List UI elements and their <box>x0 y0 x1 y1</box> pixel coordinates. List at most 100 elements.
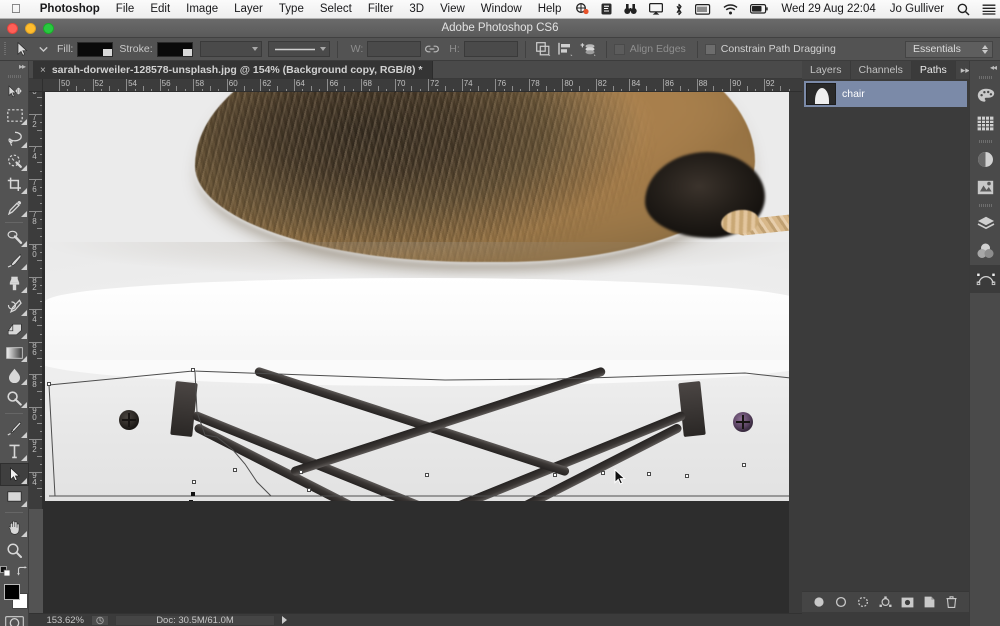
menu-item-layer[interactable]: Layer <box>226 3 271 15</box>
add-layer-mask-button[interactable] <box>900 594 916 610</box>
zoom-tool[interactable] <box>0 539 29 562</box>
path-anchor[interactable] <box>601 471 605 475</box>
gradient-tool[interactable] <box>0 341 29 364</box>
battery-percentage-icon[interactable] <box>689 0 717 19</box>
layers-panel-icon[interactable] <box>970 209 1000 237</box>
clone-stamp-tool[interactable] <box>0 272 29 295</box>
document-tab[interactable]: × sarah-dorweiler-128578-unsplash.jpg @ … <box>33 61 433 79</box>
toolbar-grip[interactable] <box>0 72 28 81</box>
battery-icon[interactable] <box>744 0 774 19</box>
document-thumbnail-icon[interactable] <box>91 615 109 626</box>
document-info[interactable]: Doc: 30.5M/61.0M <box>115 615 275 626</box>
move-tool[interactable] <box>0 81 29 104</box>
path-selection-tool[interactable] <box>0 463 29 486</box>
menu-item-file[interactable]: File <box>108 3 143 15</box>
tab-layers[interactable]: Layers <box>802 61 851 79</box>
path-anchor[interactable] <box>191 368 195 372</box>
fill-path-button[interactable] <box>811 594 827 610</box>
adjustments-panel-icon[interactable] <box>970 145 1000 173</box>
path-alignment-icon[interactable] <box>555 39 577 59</box>
history-brush-tool[interactable] <box>0 295 29 318</box>
menu-item-help[interactable]: Help <box>530 3 570 15</box>
spotlight-search-icon[interactable] <box>951 0 976 19</box>
styles-panel-icon[interactable] <box>970 173 1000 201</box>
hand-tool[interactable] <box>0 516 29 539</box>
paths-panel-icon[interactable] <box>970 265 1000 293</box>
menu-item-image[interactable]: Image <box>178 3 226 15</box>
quick-selection-tool[interactable] <box>0 150 29 173</box>
menu-item-3d[interactable]: 3D <box>401 3 432 15</box>
pen-tool[interactable] <box>0 417 29 440</box>
path-list[interactable]: chair <box>802 79 969 599</box>
path-name[interactable]: chair <box>842 88 865 100</box>
menu-item-select[interactable]: Select <box>312 3 360 15</box>
quick-mask-button[interactable] <box>0 612 29 626</box>
constrain-path-dragging-checkbox[interactable] <box>705 44 716 55</box>
menu-item-filter[interactable]: Filter <box>360 3 402 15</box>
menu-bar-user[interactable]: Jo Gulliver <box>883 3 951 15</box>
dropbox-icon[interactable] <box>569 0 595 19</box>
path-anchor[interactable] <box>425 473 429 477</box>
zoom-window-button[interactable] <box>43 23 54 34</box>
color-swatches[interactable] <box>0 582 29 612</box>
fill-swatch[interactable] <box>77 42 113 57</box>
rectangle-tool[interactable] <box>0 486 29 509</box>
dodge-tool[interactable] <box>0 387 29 410</box>
path-operations-icon[interactable] <box>533 39 555 59</box>
path-anchor[interactable] <box>233 468 237 472</box>
blur-tool[interactable] <box>0 364 29 387</box>
workspace-select[interactable]: Essentials <box>905 41 993 58</box>
height-input[interactable] <box>464 41 518 57</box>
stroke-path-button[interactable] <box>833 594 849 610</box>
tab-channels[interactable]: Channels <box>851 61 912 79</box>
toolbar-collapse-button[interactable]: ▸▸ <box>0 61 28 72</box>
path-anchor[interactable] <box>685 474 689 478</box>
bluetooth-icon[interactable] <box>669 0 689 19</box>
dock-grip-2[interactable] <box>970 137 1000 145</box>
swatches-panel-icon[interactable] <box>970 109 1000 137</box>
dock-grip-1[interactable] <box>970 73 1000 81</box>
width-input[interactable] <box>367 41 421 57</box>
rectangular-marquee-tool[interactable] <box>0 104 29 127</box>
load-path-as-selection-button[interactable] <box>855 594 871 610</box>
ruler-origin-corner[interactable] <box>29 79 43 92</box>
eyedropper-tool[interactable] <box>0 196 29 219</box>
menu-item-edit[interactable]: Edit <box>142 3 178 15</box>
path-anchor[interactable] <box>742 463 746 467</box>
delete-path-button[interactable] <box>944 594 960 610</box>
stroke-swatch[interactable] <box>157 42 193 57</box>
path-anchor-selected[interactable] <box>191 492 195 496</box>
menu-item-photoshop[interactable]: Photoshop <box>32 3 108 15</box>
tool-preset-chevron-down-icon[interactable] <box>35 39 51 59</box>
options-bar-grip[interactable] <box>0 38 9 61</box>
channels-panel-icon[interactable] <box>970 237 1000 265</box>
crop-tool[interactable] <box>0 173 29 196</box>
link-icon[interactable] <box>421 39 443 59</box>
minimize-window-button[interactable] <box>25 23 36 34</box>
list-item[interactable]: chair <box>804 81 967 107</box>
color-panel-icon[interactable] <box>970 81 1000 109</box>
airplay-icon[interactable] <box>643 0 669 19</box>
canvas-area[interactable] <box>43 92 802 613</box>
apple-menu-icon[interactable]:  <box>0 2 32 15</box>
canvas-vertical-scrollbar[interactable] <box>789 92 802 613</box>
vertical-ruler[interactable]: 70727476788082848688909294 <box>29 79 43 509</box>
zoom-level-input[interactable]: 153.62% <box>29 615 91 626</box>
evernote-icon[interactable] <box>595 0 618 19</box>
menu-item-view[interactable]: View <box>432 3 473 15</box>
path-anchor[interactable] <box>553 473 557 477</box>
lasso-tool[interactable] <box>0 127 29 150</box>
path-anchor[interactable] <box>307 488 311 492</box>
brush-tool[interactable] <box>0 249 29 272</box>
path-anchor[interactable] <box>192 480 196 484</box>
path-anchor[interactable] <box>647 472 651 476</box>
menu-bar-clock[interactable]: Wed 29 Aug 22:04 <box>774 3 882 15</box>
close-window-button[interactable] <box>7 23 18 34</box>
status-expand-triangle-icon[interactable] <box>282 616 287 624</box>
make-work-path-button[interactable] <box>877 594 893 610</box>
tab-paths[interactable]: Paths <box>912 61 956 79</box>
eraser-tool[interactable] <box>0 318 29 341</box>
menu-item-window[interactable]: Window <box>473 3 530 15</box>
path-arrangement-icon[interactable] <box>577 39 599 59</box>
default-colors-icon[interactable] <box>0 564 11 582</box>
